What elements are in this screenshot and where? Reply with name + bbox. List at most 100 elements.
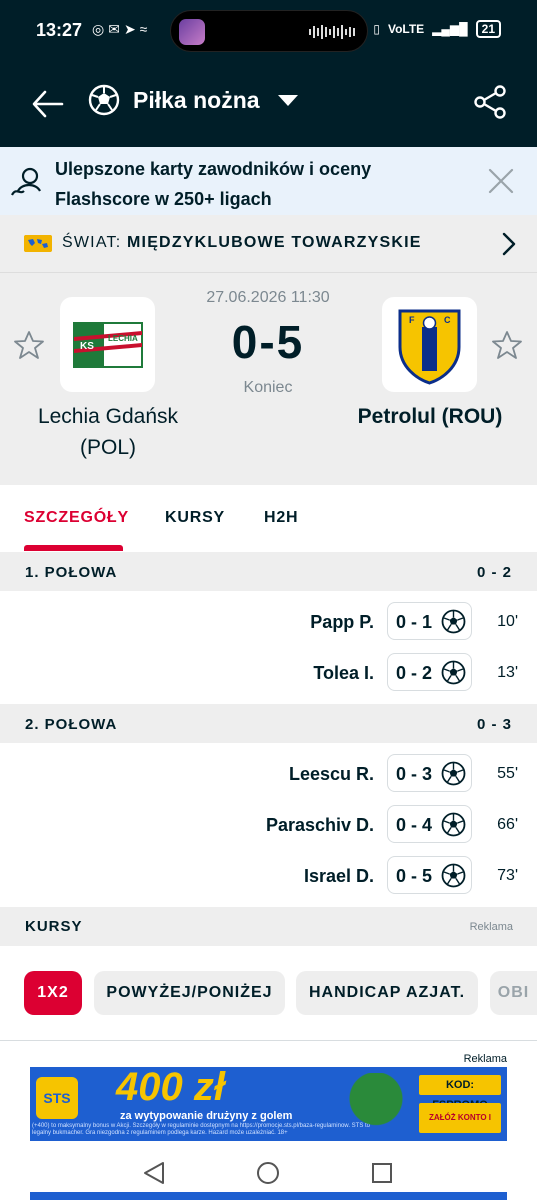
chevron-right-icon[interactable]: [499, 231, 519, 257]
nav-recents-icon[interactable]: [371, 1162, 393, 1184]
notification-icons: ◎✉➤≈: [92, 21, 152, 37]
goal-score: 0 - 4: [396, 815, 433, 835]
half-score: 0 - 2: [476, 564, 512, 581]
dynamic-island: [170, 10, 368, 52]
ad-strip: [30, 1192, 507, 1200]
match-status: Koniec: [243, 379, 293, 396]
close-icon[interactable]: [486, 166, 516, 196]
goal-scorer[interactable]: Tolea I.: [313, 663, 374, 684]
player-card-icon: [11, 167, 41, 196]
nav-home-icon[interactable]: [256, 1161, 280, 1185]
odds-ad-label: Reklama: [469, 921, 513, 933]
goal-ball-icon: [441, 609, 466, 634]
goal-ball-icon: [441, 660, 466, 685]
goal-scorer[interactable]: Israel D.: [304, 866, 374, 887]
sts-ad-banner[interactable]: STS 400 zł za wytypowanie drużyny z gole…: [30, 1067, 507, 1141]
svg-text:C: C: [444, 315, 451, 325]
goal-score: 0 - 5: [396, 866, 433, 886]
away-team-name[interactable]: Petrolul (ROU): [345, 401, 515, 432]
tab-details[interactable]: SZCZEGÓŁY: [24, 509, 129, 527]
world-flag-icon: [24, 235, 52, 252]
goal-score-box: 0 - 5: [387, 856, 472, 894]
goal-score: 0 - 1: [396, 612, 433, 632]
match-score: 0-5: [231, 316, 305, 368]
match-header: KS LECHIA Lechia Gdańsk (POL) 27.06.2026…: [0, 273, 537, 485]
match-datetime: 27.06.2026 11:30: [206, 289, 330, 306]
divider: [0, 1040, 537, 1041]
goal-score-box: 0 - 2: [387, 653, 472, 691]
odds-chip-asian-handicap[interactable]: HANDICAP AZJAT.: [296, 971, 478, 1015]
half-title: 1. POŁOWA: [25, 564, 118, 581]
goal-ball-icon: [441, 761, 466, 786]
goal-event[interactable]: Leescu R. 0 - 3 55': [0, 749, 537, 799]
svg-text:F: F: [409, 315, 415, 325]
soccer-ball-icon: [88, 84, 120, 116]
ad-brand-logo: STS: [36, 1077, 78, 1119]
home-team-logo[interactable]: KS LECHIA: [60, 297, 155, 392]
goal-ball-icon: [441, 863, 466, 888]
lechia-crest-icon: KS LECHIA: [73, 322, 143, 368]
share-icon[interactable]: [473, 84, 507, 120]
goal-event[interactable]: Papp P. 0 - 1 10': [0, 597, 537, 647]
ad-amount: 400 zł: [116, 1067, 225, 1109]
goal-score-box: 0 - 4: [387, 805, 472, 843]
vibrate-icon: ▯: [373, 22, 380, 36]
active-tab-indicator: [24, 545, 123, 551]
odds-title: KURSY: [25, 918, 83, 935]
home-team-name[interactable]: Lechia Gdańsk (POL): [23, 401, 193, 463]
goal-event[interactable]: Paraschiv D. 0 - 4 66': [0, 800, 537, 850]
goal-ball-icon: [441, 812, 466, 837]
status-time: 13:27: [36, 20, 83, 40]
svg-text:KS: KS: [80, 341, 94, 352]
media-app-icon: [179, 19, 205, 45]
app-header: Piłka nożna: [0, 62, 537, 147]
goal-minute: 66': [497, 816, 518, 833]
odds-chip-1x2[interactable]: 1X2: [24, 971, 82, 1015]
promo-text: Ulepszone karty zawodników i oceny Flash…: [55, 159, 372, 209]
league-title: ŚWIAT: MIĘDZYKLUBOWE TOWARZYSKIE: [62, 234, 422, 252]
battery-icon: 21: [475, 20, 501, 38]
goal-event[interactable]: Israel D. 0 - 5 73': [0, 851, 537, 901]
goal-scorer[interactable]: Leescu R.: [289, 764, 374, 785]
favorite-star-icon-away[interactable]: [491, 329, 523, 361]
goal-event[interactable]: Tolea I. 0 - 2 13': [0, 648, 537, 698]
ad-promo-code: KOD: FSPROMO: [419, 1075, 501, 1111]
odds-chip-over-under[interactable]: POWYŻEJ/PONIŻEJ: [94, 971, 285, 1015]
goal-scorer[interactable]: Paraschiv D.: [266, 815, 374, 836]
half-title: 2. POŁOWA: [25, 716, 118, 733]
signal-icon: ▂▄▆█: [432, 22, 468, 36]
favorite-star-icon-home[interactable]: [13, 329, 45, 361]
status-right: ▯ VoLTE ▂▄▆█ 21: [373, 20, 501, 38]
league-row[interactable]: ŚWIAT: MIĘDZYKLUBOWE TOWARZYSKIE: [0, 215, 537, 273]
league-country: ŚWIAT:: [62, 234, 122, 251]
nav-back-icon[interactable]: [143, 1161, 165, 1185]
goal-minute: 73': [497, 867, 518, 884]
back-arrow-icon[interactable]: [30, 86, 66, 122]
away-team-logo[interactable]: F C: [382, 297, 477, 392]
ad-subtitle: za wytypowanie drużyny z golem: [120, 1110, 293, 1122]
goal-score-box: 0 - 1: [387, 602, 472, 640]
ad-fine-print: (+400) to maksymalny bonus w Akcji. Szcz…: [32, 1123, 370, 1136]
ad-label: Reklama: [463, 1053, 507, 1065]
odds-header: KURSY Reklama: [0, 907, 537, 946]
tab-odds[interactable]: KURSY: [165, 509, 225, 527]
sport-selector-title[interactable]: Piłka nożna: [133, 87, 260, 114]
audio-wave-icon: [309, 24, 355, 40]
ad-cta-button[interactable]: ZAŁÓŻ KONTO I OBSTAW: [419, 1103, 501, 1133]
tab-h2h[interactable]: H2H: [264, 509, 298, 527]
promo-banner[interactable]: Ulepszone karty zawodników i oceny Flash…: [0, 147, 537, 215]
goal-minute: 10': [497, 613, 518, 630]
caret-down-icon[interactable]: [278, 95, 298, 106]
goal-scorer[interactable]: Papp P.: [310, 612, 374, 633]
goal-score: 0 - 2: [396, 663, 433, 683]
half-header: 1. POŁOWA 0 - 2: [0, 552, 537, 591]
svg-text:LECHIA: LECHIA: [108, 334, 138, 343]
goal-score: 0 - 3: [396, 764, 433, 784]
status-bar: 13:27 ◎✉➤≈ ▯ VoLTE ▂▄▆█ 21: [0, 0, 537, 62]
half-header: 2. POŁOWA 0 - 3: [0, 704, 537, 743]
half-score: 0 - 3: [476, 716, 512, 733]
ad-player-image: [336, 1073, 416, 1137]
odds-chip-more[interactable]: OBI: [490, 971, 537, 1015]
goal-score-box: 0 - 3: [387, 754, 472, 792]
network-label: VoLTE: [387, 22, 425, 36]
